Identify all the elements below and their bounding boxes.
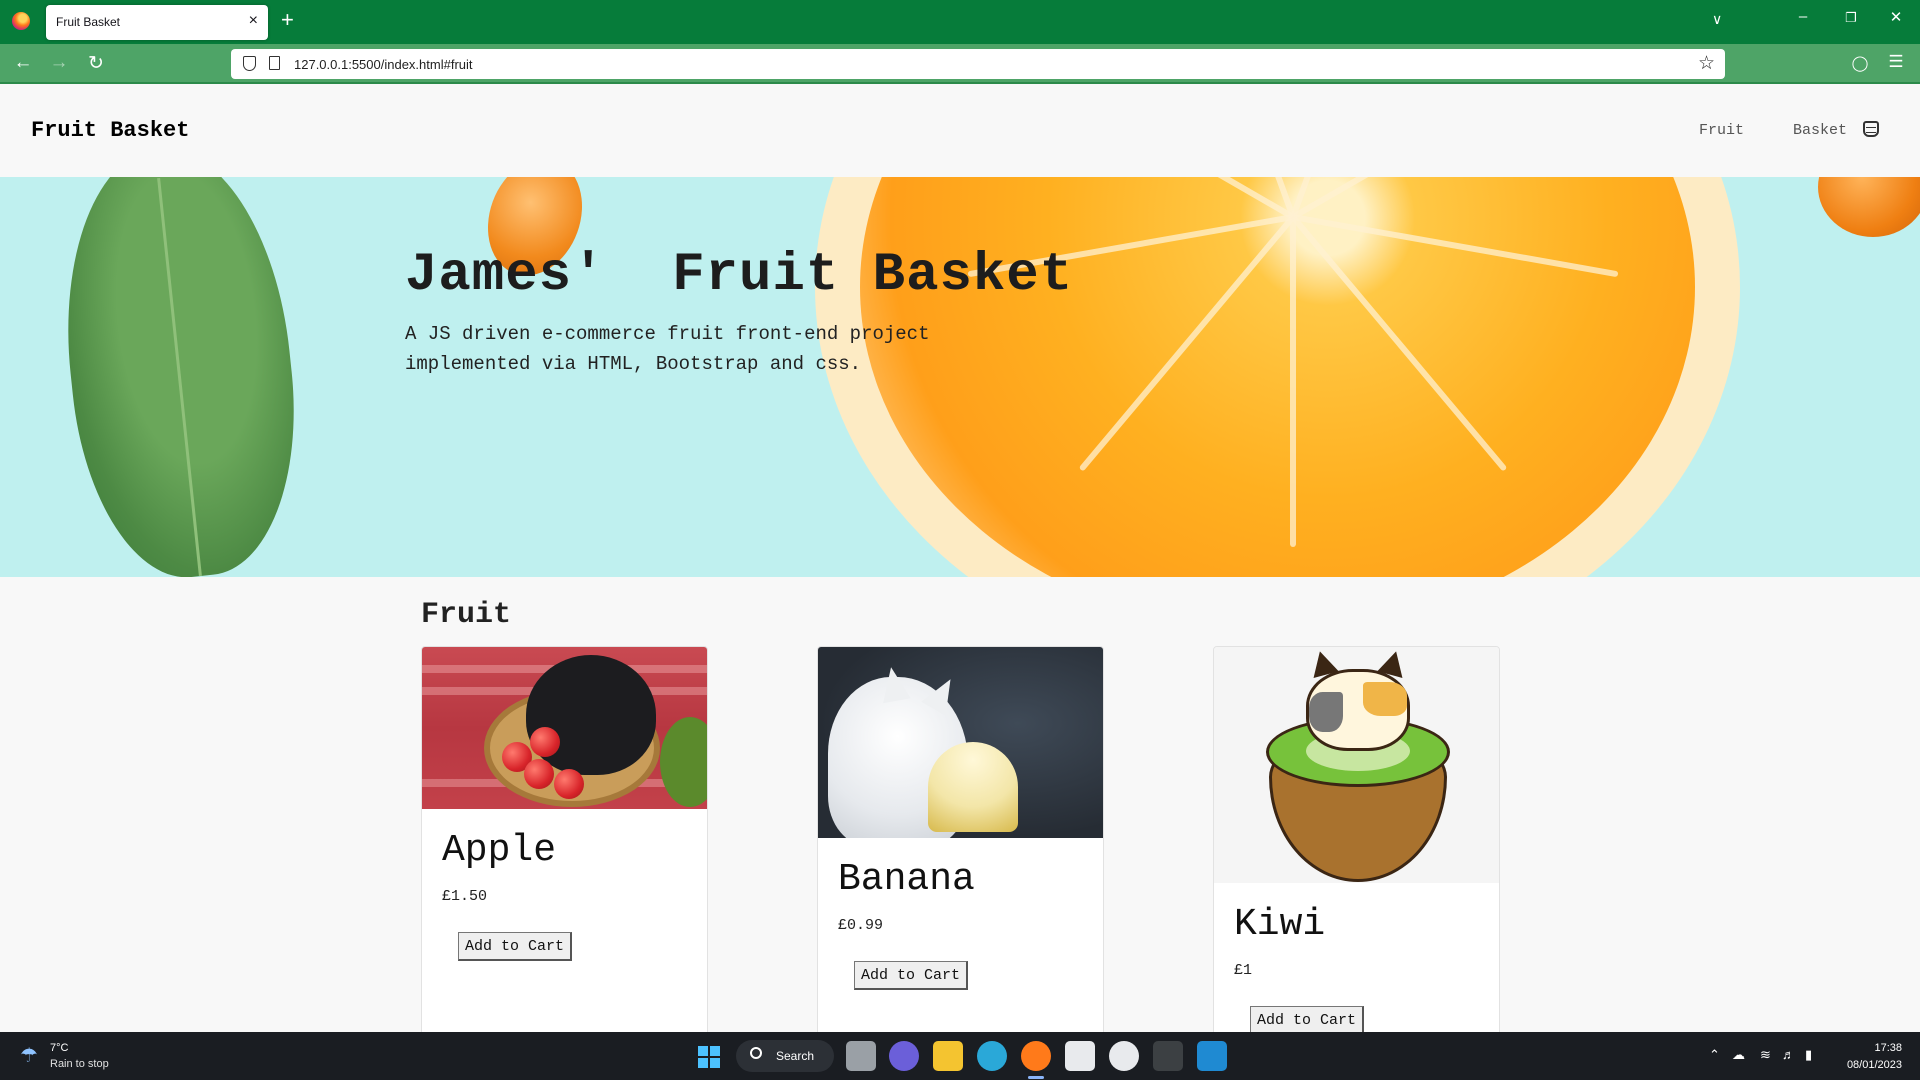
file-explorer-icon[interactable] [933, 1041, 963, 1071]
page-info-icon[interactable] [269, 56, 280, 70]
weather-description[interactable]: Rain to stop [50, 1058, 109, 1070]
windows-start-icon[interactable] [698, 1046, 720, 1068]
terminal-icon[interactable] [1153, 1041, 1183, 1071]
vscode-icon[interactable] [1197, 1041, 1227, 1071]
add-to-cart-button[interactable]: Add to Cart [854, 961, 969, 990]
firefox-logo-icon [12, 12, 30, 30]
hero-title: James' Fruit Basket [405, 245, 1074, 306]
forward-arrow-icon[interactable]: → [47, 52, 71, 74]
minimize-icon[interactable]: – [1788, 8, 1818, 25]
kiwi-product-image [1214, 647, 1499, 883]
close-window-icon[interactable]: ✕ [1881, 8, 1911, 26]
weather-rain-icon[interactable]: ☂ [20, 1043, 38, 1068]
onedrive-icon[interactable]: ☁ [1732, 1047, 1745, 1063]
hero-subtitle: A JS driven e-commerce fruit front-end p… [405, 323, 930, 375]
windows-taskbar: ☂ 7°C Rain to stop Search ⌃ ☁ ≋ ♬ ▮ 17:3… [0, 1032, 1920, 1080]
chat-icon[interactable] [889, 1041, 919, 1071]
tab-close-icon[interactable]: × [249, 12, 258, 30]
wifi-icon[interactable]: ≋ [1760, 1047, 1771, 1063]
weather-temperature[interactable]: 7°C [50, 1042, 68, 1054]
list-all-tabs-icon[interactable]: ∨ [1712, 11, 1722, 28]
product-card-banana: Banana £0.99 Add to Cart [817, 646, 1104, 1046]
reload-icon[interactable]: ↻ [84, 52, 108, 75]
address-bar[interactable]: 127.0.0.1:5500/index.html#fruit ☆ [231, 49, 1725, 79]
bookmark-star-icon[interactable]: ☆ [1698, 52, 1715, 75]
show-hidden-icons-icon[interactable]: ⌃ [1709, 1047, 1720, 1063]
product-card-kiwi: Kiwi £1 Add to Cart [1213, 646, 1500, 1046]
product-price: £0.99 [838, 917, 884, 934]
task-view-icon[interactable] [846, 1041, 876, 1071]
browser-tab[interactable]: Fruit Basket × [46, 5, 268, 40]
nav-link-basket[interactable]: Basket [1793, 122, 1847, 139]
product-name: Kiwi [1234, 903, 1326, 946]
product-name: Apple [442, 829, 557, 872]
battery-icon[interactable]: ▮ [1805, 1047, 1812, 1063]
add-to-cart-button[interactable]: Add to Cart [1250, 1006, 1365, 1035]
firefox-icon[interactable] [1021, 1041, 1051, 1071]
url-text[interactable]: 127.0.0.1:5500/index.html#fruit [294, 57, 473, 72]
basket-icon[interactable] [1863, 121, 1879, 137]
clock-time: 17:38 [1874, 1042, 1902, 1054]
product-price: £1 [1234, 962, 1253, 979]
store-icon[interactable] [1065, 1041, 1095, 1071]
clock-date: 08/01/2023 [1846, 1059, 1902, 1071]
site-brand[interactable]: Fruit Basket [31, 118, 189, 143]
edge-icon[interactable] [977, 1041, 1007, 1071]
tab-title: Fruit Basket [56, 15, 121, 29]
browser-tab-bar: Fruit Basket × + ∨ – ❐ ✕ [0, 0, 1920, 44]
product-price: £1.50 [442, 888, 488, 905]
taskbar-search[interactable]: Search [736, 1040, 834, 1072]
search-label: Search [776, 1049, 815, 1063]
browser-nav-bar: ← → ↻ 127.0.0.1:5500/index.html#fruit ☆ … [0, 44, 1920, 84]
pocket-icon[interactable]: ◯ [1848, 54, 1872, 72]
section-title: Fruit [421, 598, 512, 632]
back-arrow-icon[interactable]: ← [11, 52, 35, 74]
add-to-cart-button[interactable]: Add to Cart [458, 932, 573, 961]
hero-banner: James' Fruit Basket A JS driven e-commer… [0, 177, 1920, 577]
site-header: Fruit Basket Fruit Basket [0, 86, 1920, 177]
product-card-apple: Apple £1.50 Add to Cart [421, 646, 708, 1046]
new-tab-button[interactable]: + [281, 9, 294, 31]
shield-icon[interactable] [243, 56, 256, 71]
apple-product-image [422, 647, 707, 809]
slack-icon[interactable] [1109, 1041, 1139, 1071]
product-name: Banana [838, 858, 975, 901]
banana-product-image [818, 647, 1103, 838]
volume-icon[interactable]: ♬ [1782, 1047, 1795, 1062]
search-icon [750, 1047, 762, 1059]
menu-hamburger-icon[interactable]: ☰ [1884, 52, 1908, 72]
nav-link-fruit[interactable]: Fruit [1699, 122, 1744, 139]
taskbar-clock[interactable]: 17:38 08/01/2023 [1847, 1040, 1902, 1074]
restore-icon[interactable]: ❐ [1836, 10, 1866, 26]
berry-image [1818, 177, 1920, 237]
